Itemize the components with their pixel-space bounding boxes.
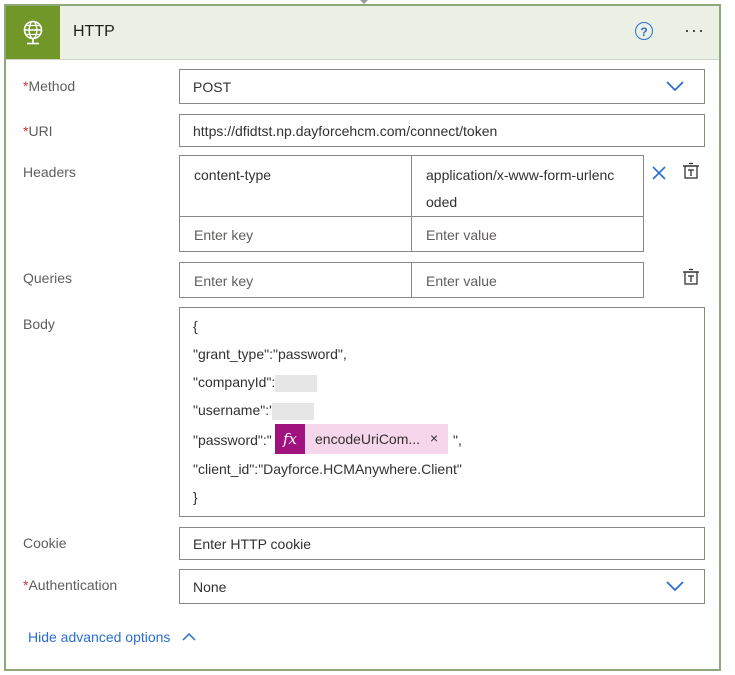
method-dropdown[interactable]: POST	[179, 69, 705, 104]
header-new-key-field[interactable]: Enter key	[179, 216, 412, 252]
more-options-icon[interactable]: ···	[684, 20, 705, 41]
query-key-field[interactable]: Enter key	[179, 262, 412, 298]
trash-icon[interactable]	[682, 268, 700, 286]
uri-value: https://dfidtst.np.dayforcehcm.com/conne…	[193, 123, 498, 139]
cookie-input[interactable]: Enter HTTP cookie	[179, 527, 705, 560]
card-title: HTTP	[73, 23, 115, 40]
header-key-field[interactable]: content-type	[179, 155, 412, 217]
redacted-value	[271, 402, 314, 420]
chevron-up-icon	[182, 632, 196, 641]
function-icon: fx	[275, 424, 305, 454]
header-value-field[interactable]: application/x-www-form-urlenc oded	[411, 155, 644, 217]
redacted-value	[275, 374, 318, 392]
query-value-field[interactable]: Enter value	[411, 262, 644, 298]
queries-label: Queries	[23, 270, 73, 286]
authentication-dropdown[interactable]: None	[179, 569, 705, 604]
expression-token[interactable]: fx encodeUriCom... ×	[275, 424, 448, 454]
method-label: *Method	[23, 78, 76, 94]
uri-label: *URI	[23, 123, 53, 139]
chevron-down-icon	[666, 81, 684, 92]
remove-token-icon[interactable]: ×	[430, 430, 438, 446]
header-new-value-field[interactable]: Enter value	[411, 216, 644, 252]
trash-icon[interactable]	[682, 162, 700, 180]
http-globe-icon	[6, 6, 60, 59]
headers-label: Headers	[23, 164, 76, 180]
token-label: encodeUriCom...	[315, 431, 421, 447]
hide-advanced-options-link[interactable]: Hide advanced options	[28, 629, 196, 645]
uri-input[interactable]: https://dfidtst.np.dayforcehcm.com/conne…	[179, 114, 705, 147]
cookie-label: Cookie	[23, 535, 67, 551]
http-action-card: HTTP ? ··· *Method POST *URI https://dfi…	[4, 4, 721, 671]
chevron-down-icon	[666, 581, 684, 592]
authentication-value: None	[193, 579, 227, 595]
body-editor[interactable]: { "grant_type":"password", "companyId": …	[179, 307, 705, 517]
close-icon[interactable]	[651, 165, 667, 181]
card-header[interactable]: HTTP ? ···	[6, 6, 719, 60]
authentication-label: *Authentication	[23, 577, 118, 593]
method-value: POST	[193, 79, 232, 95]
help-icon[interactable]: ?	[635, 22, 653, 40]
body-label: Body	[23, 316, 55, 332]
